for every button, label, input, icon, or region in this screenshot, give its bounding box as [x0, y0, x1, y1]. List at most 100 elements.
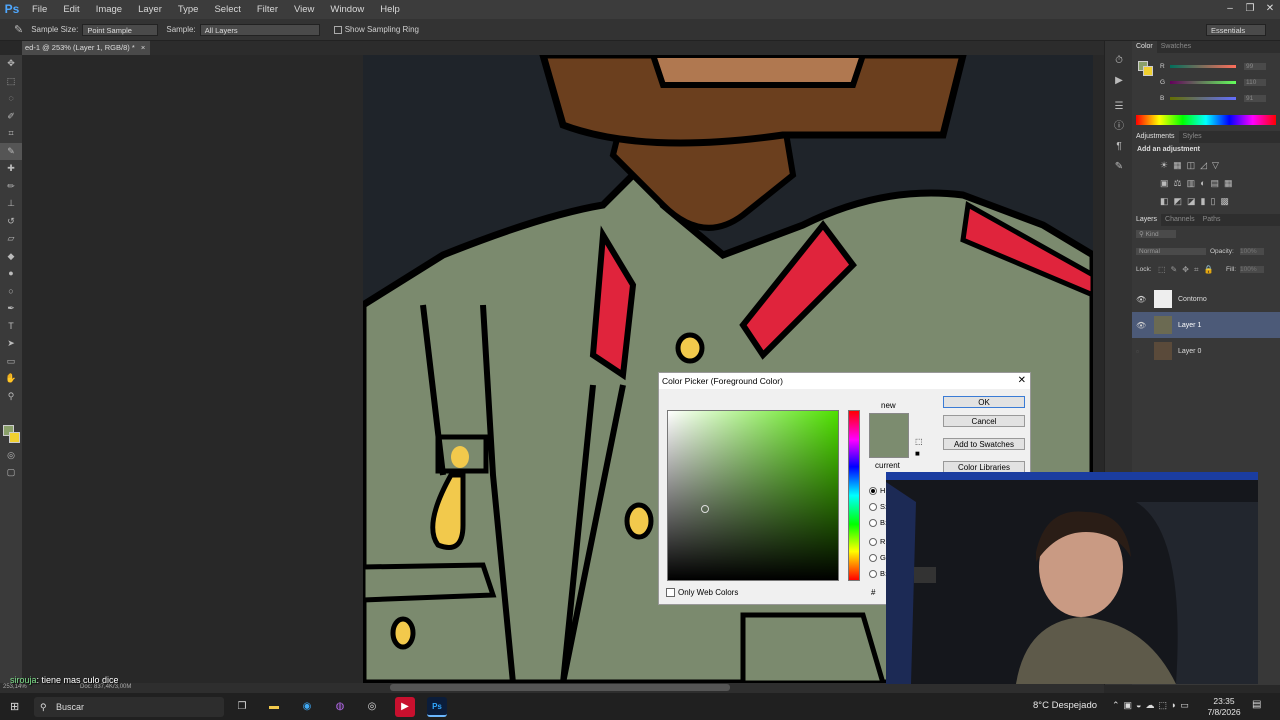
fill-value[interactable]: 100%	[1240, 266, 1264, 273]
menu-file[interactable]: File	[24, 0, 55, 19]
info-icon[interactable]: ⓘ	[1105, 117, 1133, 137]
tab-swatches[interactable]: Swatches	[1157, 41, 1195, 53]
saturation-radio[interactable]: S:	[869, 502, 887, 511]
hue-radio[interactable]: H:	[869, 486, 888, 495]
menu-view[interactable]: View	[286, 0, 322, 19]
radio-button[interactable]	[869, 486, 877, 495]
menu-image[interactable]: Image	[88, 0, 130, 19]
g-value[interactable]: 110	[1244, 78, 1266, 86]
layer-row-layer-0[interactable]: ▫ Layer 0	[1132, 338, 1280, 364]
hue-slider[interactable]	[848, 410, 860, 581]
eyedropper-tool-icon[interactable]: ✎	[0, 142, 22, 160]
workspace-select[interactable]: Essentials	[1206, 24, 1266, 36]
r-slider[interactable]	[1170, 64, 1236, 68]
notifications-icon[interactable]: ▤	[1252, 699, 1261, 710]
menu-layer[interactable]: Layer	[130, 0, 170, 19]
radio-button[interactable]	[869, 553, 877, 562]
history-brush-tool-icon[interactable]: ↺	[0, 213, 22, 231]
move-tool-icon[interactable]: ✥	[0, 55, 22, 73]
close-icon[interactable]: ✕	[1018, 373, 1026, 388]
screen-mode-icon[interactable]: ▢	[0, 464, 22, 482]
system-tray-icons[interactable]: ⌃▣◒☁⬚◗▭	[1112, 700, 1193, 711]
tab-adjustments[interactable]: Adjustments	[1132, 131, 1179, 143]
actions-icon[interactable]: ▶	[1105, 71, 1133, 91]
adjustment-icons[interactable]: ☀▦◫◿▽ ▣⚖▥◐▤▦ ◧◩◪▮▯▩	[1132, 156, 1280, 214]
tab-paths[interactable]: Paths	[1199, 214, 1225, 226]
menu-help[interactable]: Help	[372, 0, 408, 19]
blue-radio[interactable]: B:	[869, 569, 887, 578]
color-ramp[interactable]	[1136, 115, 1276, 125]
edge-icon[interactable]: ◉	[297, 697, 317, 717]
photoshop-taskbar-icon[interactable]: Ps	[427, 697, 447, 717]
saturation-brightness-field[interactable]	[667, 410, 839, 581]
background-color-swatch[interactable]	[9, 432, 20, 443]
paragraph-icon[interactable]: ¶	[1105, 137, 1133, 157]
b-value[interactable]: 91	[1244, 94, 1266, 102]
menu-filter[interactable]: Filter	[249, 0, 286, 19]
document-tab[interactable]: ed-1 @ 253% (Layer 1, RGB/8) * ×	[22, 41, 150, 55]
layer-kind-filter[interactable]: ⚲ Kind	[1136, 230, 1176, 238]
sample-select[interactable]: All Layers	[199, 23, 320, 36]
file-explorer-icon[interactable]: ▬	[264, 697, 284, 717]
menu-select[interactable]: Select	[206, 0, 248, 19]
properties-icon[interactable]: ☰	[1105, 97, 1133, 117]
type-tool-icon[interactable]: T	[0, 318, 22, 336]
gamut-warning-icon[interactable]: ⬚	[915, 437, 923, 446]
document-tab-close-icon[interactable]: ×	[141, 43, 145, 52]
eyedropper-tool-icon[interactable]: ✎	[14, 23, 23, 36]
brush-tool-icon[interactable]: ✏	[0, 178, 22, 196]
eraser-tool-icon[interactable]: ▱	[0, 230, 22, 248]
sample-size-select[interactable]: Point Sample	[82, 23, 159, 36]
tab-layers[interactable]: Layers	[1132, 214, 1162, 226]
rectangle-tool-icon[interactable]: ▭	[0, 353, 22, 371]
radio-button[interactable]	[869, 569, 877, 578]
horizontal-scrollbar[interactable]	[390, 684, 730, 691]
only-web-colors-checkbox[interactable]	[666, 588, 675, 597]
menu-type[interactable]: Type	[170, 0, 207, 19]
paint-bucket-tool-icon[interactable]: ◆	[0, 248, 22, 266]
brush-presets-icon[interactable]: ✎	[1105, 157, 1133, 177]
path-select-tool-icon[interactable]: ➤	[0, 335, 22, 353]
tab-color[interactable]: Color	[1132, 41, 1157, 53]
show-sampling-ring-checkbox[interactable]	[333, 25, 342, 34]
taskbar-clock[interactable]: 23:35 7/8/2026	[1204, 696, 1244, 718]
opacity-value[interactable]: 100%	[1240, 248, 1264, 255]
windows-start-icon[interactable]: ⊞	[10, 700, 19, 713]
b-slider[interactable]	[1170, 96, 1236, 100]
brightness-radio[interactable]: B:	[869, 518, 887, 527]
weather-widget[interactable]: 8°C Despejado	[1033, 700, 1097, 711]
ok-button[interactable]: OK	[943, 396, 1025, 408]
radio-button[interactable]	[869, 502, 877, 511]
menu-window[interactable]: Window	[322, 0, 372, 19]
only-web-colors-option[interactable]: Only Web Colors	[666, 588, 738, 597]
radio-button[interactable]	[869, 518, 877, 527]
pen-tool-icon[interactable]: ✒	[0, 300, 22, 318]
layer-row-layer-1[interactable]: 👁 Layer 1	[1132, 312, 1280, 338]
taskbar-search-box[interactable]: ⚲ Buscar	[34, 697, 224, 717]
close-button[interactable]: ✕	[1260, 0, 1280, 19]
g-slider[interactable]	[1170, 80, 1236, 84]
crop-tool-icon[interactable]: ⌗	[0, 125, 22, 143]
current-color-swatch[interactable]	[869, 436, 909, 458]
quick-select-tool-icon[interactable]: ✐	[0, 108, 22, 126]
healing-brush-tool-icon[interactable]: ✚	[0, 160, 22, 178]
visibility-eye-icon[interactable]: 👁	[1136, 321, 1150, 330]
clone-stamp-tool-icon[interactable]: ⊥	[0, 195, 22, 213]
media-player-icon[interactable]: ▶	[395, 697, 415, 717]
marquee-tool-icon[interactable]: ⬚	[0, 73, 22, 91]
tab-styles[interactable]: Styles	[1179, 131, 1206, 143]
web-safe-warning-icon[interactable]: ■	[915, 449, 920, 458]
visibility-eye-icon[interactable]: 👁	[1136, 295, 1150, 304]
lasso-tool-icon[interactable]: ◌	[0, 90, 22, 108]
zoom-tool-icon[interactable]: ⚲	[0, 388, 22, 406]
tab-channels[interactable]: Channels	[1161, 214, 1199, 226]
cancel-button[interactable]: Cancel	[943, 415, 1025, 427]
dodge-tool-icon[interactable]: ○	[0, 283, 22, 301]
menu-edit[interactable]: Edit	[55, 0, 87, 19]
r-value[interactable]: 99	[1244, 62, 1266, 70]
minimize-button[interactable]: –	[1220, 0, 1240, 19]
obs-icon[interactable]: ◎	[362, 697, 382, 717]
color-panel-bg-swatch[interactable]	[1143, 66, 1153, 76]
blend-mode-select[interactable]: Normal	[1136, 248, 1206, 255]
quick-mask-icon[interactable]: ◎	[0, 447, 22, 465]
